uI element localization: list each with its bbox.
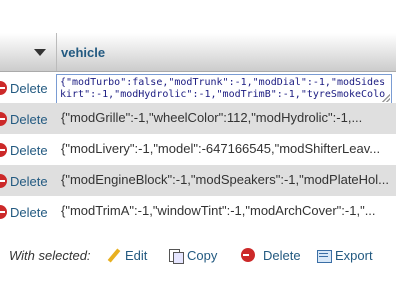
with-selected-label: With selected: — [9, 247, 91, 263]
delete-label[interactable]: Delete — [10, 143, 48, 158]
table-row: Delete {"modLivery":-1,"model":-64716654… — [0, 134, 396, 165]
resize-handle-icon[interactable] — [382, 94, 390, 102]
vehicle-cell[interactable]: {"modLivery":-1,"model":-647166545,"modS… — [61, 141, 391, 156]
table-row: Delete {"modGrille":-1,"wheelColor":112,… — [0, 103, 396, 134]
delete-icon[interactable] — [0, 143, 7, 157]
table-row: Delete {"modEngineBlock":-1,"modSpeakers… — [0, 165, 396, 196]
row-delete-link[interactable]: Delete — [0, 172, 48, 190]
delete-label: Delete — [263, 247, 301, 263]
copy-icon — [168, 248, 184, 264]
edit-label: Edit — [125, 247, 148, 263]
row-delete-link[interactable]: Delete — [0, 110, 48, 128]
vehicle-cell[interactable]: {"modTrimA":-1,"windowTint":-1,"modArchC… — [61, 203, 391, 218]
bulk-actions-bar: With selected: Edit Copy Delete Export — [0, 244, 396, 266]
delete-icon — [241, 248, 255, 262]
copy-label: Copy — [187, 247, 218, 263]
table-header: vehicle — [0, 33, 396, 72]
delete-label[interactable]: Delete — [10, 174, 48, 189]
delete-icon[interactable] — [0, 174, 7, 188]
inline-edit-textarea[interactable]: {"modTurbo":false,"modTrunk":-1,"modDial… — [56, 74, 392, 104]
pencil-icon — [106, 248, 121, 263]
column-divider — [56, 33, 57, 71]
edit-selected-button[interactable]: Edit — [106, 248, 147, 263]
delete-icon[interactable] — [0, 81, 7, 95]
editor-line: kirt":-1,"modHydrolic":-1,"modTrimB":-1,… — [60, 89, 386, 100]
column-header-vehicle[interactable]: vehicle — [61, 45, 105, 60]
delete-icon[interactable] — [0, 112, 7, 126]
sort-arrow-icon[interactable] — [34, 49, 46, 56]
delete-selected-button[interactable]: Delete — [241, 248, 301, 263]
table-row: Delete {"modTrimA":-1,"windowTint":-1,"m… — [0, 196, 396, 227]
delete-label[interactable]: Delete — [10, 205, 48, 220]
delete-label[interactable]: Delete — [10, 81, 48, 96]
row-delete-link[interactable]: Delete — [0, 203, 48, 221]
row-delete-link[interactable]: Delete — [0, 79, 48, 97]
vehicle-cell[interactable]: {"modGrille":-1,"wheelColor":112,"modHyd… — [61, 110, 391, 125]
row-delete-link[interactable]: Delete — [0, 141, 48, 159]
export-label: Export — [335, 247, 373, 263]
export-selected-button[interactable]: Export — [316, 248, 373, 263]
delete-label[interactable]: Delete — [10, 112, 48, 127]
vehicle-cell[interactable]: {"modEngineBlock":-1,"modSpeakers":-1,"m… — [61, 172, 391, 187]
export-icon — [316, 248, 332, 263]
editor-line: {"modTurbo":false,"modTrunk":-1,"modDial… — [60, 77, 386, 88]
copy-selected-button[interactable]: Copy — [168, 247, 218, 264]
delete-icon[interactable] — [0, 205, 7, 219]
